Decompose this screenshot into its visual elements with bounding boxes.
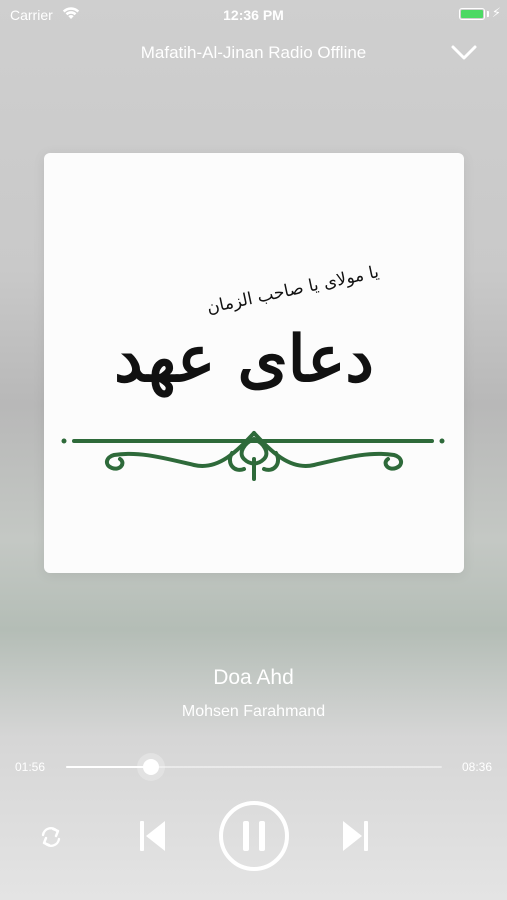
artwork-main-text: دعای عهد bbox=[114, 322, 374, 398]
status-time: 12:36 PM bbox=[223, 7, 284, 23]
skip-next-icon[interactable] bbox=[340, 818, 370, 854]
charging-icon: ⚡ bbox=[491, 5, 501, 20]
pause-icon bbox=[243, 821, 265, 851]
chevron-down-icon[interactable] bbox=[449, 40, 479, 64]
track-title: Doa Ahd bbox=[213, 666, 294, 689]
progress-fill bbox=[66, 766, 151, 768]
artwork-subtitle: یا مولای یا صاحب الزمان bbox=[205, 262, 381, 318]
battery-icon bbox=[459, 8, 485, 20]
track-artist: Mohsen Farahmand bbox=[181, 703, 326, 720]
album-artwork: یا مولای یا صاحب الزمان دعای عهد bbox=[44, 153, 464, 573]
elapsed-time: 01:56 bbox=[15, 760, 46, 774]
battery-tip bbox=[487, 11, 489, 17]
artwork-calligraphy: یا مولای یا صاحب الزمان دعای عهد bbox=[61, 262, 445, 481]
total-time: 08:36 bbox=[461, 760, 492, 774]
ornament-divider bbox=[61, 431, 445, 481]
player-title: Mafatih-Al-Jinan Radio Offline bbox=[140, 43, 367, 62]
progress-thumb[interactable] bbox=[142, 759, 159, 775]
pause-button[interactable] bbox=[218, 800, 290, 872]
skip-previous-icon[interactable] bbox=[138, 818, 168, 854]
progress-slider[interactable] bbox=[66, 759, 442, 775]
status-bar: Carrier 12:36 PM ⚡ bbox=[0, 0, 507, 28]
repeat-icon[interactable] bbox=[38, 824, 64, 850]
